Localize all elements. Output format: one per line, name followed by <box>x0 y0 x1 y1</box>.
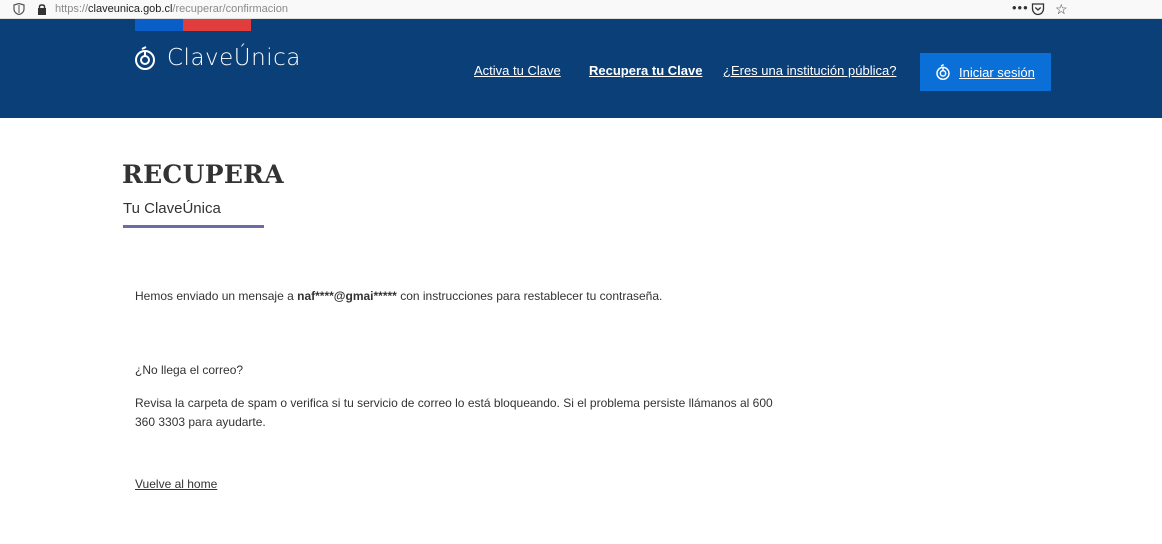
back-home-link[interactable]: Vuelve al home <box>135 475 217 494</box>
url-text[interactable]: https://claveunica.gob.cl/recuperar/conf… <box>55 3 288 15</box>
nav-institucion-publica[interactable]: ¿Eres una institución pública? <box>723 63 896 78</box>
nav-recupera-tu-clave[interactable]: Recupera tu Clave <box>589 63 702 78</box>
page-actions-menu-icon[interactable]: ••• <box>1012 0 1029 15</box>
page-subtitle: Tu ClaveÚnica <box>123 200 221 217</box>
flag-stripe <box>135 19 251 31</box>
claveunica-logo-icon <box>135 46 155 70</box>
message-prefix: Hemos enviado un mensaje a <box>135 289 294 303</box>
confirmation-message: Hemos enviado un mensaje a naf****@gmai*… <box>135 287 662 306</box>
claveunica-icon <box>936 64 950 80</box>
title-underline <box>123 225 264 228</box>
login-button-label: Iniciar sesión <box>959 64 1035 80</box>
claveunica-logo[interactable]: ClaveÚnica <box>133 45 301 71</box>
flag-red-segment <box>183 19 251 31</box>
lock-icon[interactable] <box>37 3 47 15</box>
url-path: /recuperar/confirmacion <box>172 3 288 15</box>
bookmark-star-icon[interactable]: ☆ <box>1055 1 1068 18</box>
nav-activa-tu-clave[interactable]: Activa tu Clave <box>474 63 561 78</box>
url-prefix: https:// <box>55 3 89 15</box>
pocket-icon[interactable] <box>1031 2 1045 16</box>
flag-blue-segment <box>135 19 183 31</box>
page-title: RECUPERA <box>122 160 284 189</box>
no-email-question: ¿No llega el correo? <box>135 363 244 377</box>
logo-text: ClaveÚnica <box>167 45 301 71</box>
browser-address-bar[interactable]: https://claveunica.gob.cl/recuperar/conf… <box>0 0 1162 19</box>
message-suffix: con instrucciones para restablecer tu co… <box>400 289 663 303</box>
url-domain: claveunica.gob.cl <box>88 3 173 15</box>
login-button[interactable]: Iniciar sesión <box>920 53 1051 91</box>
shield-icon[interactable] <box>13 3 25 15</box>
masked-email: naf****@gmai***** <box>297 289 397 303</box>
help-text: Revisa la carpeta de spam o verifica si … <box>135 396 773 429</box>
site-header: ClaveÚnica Activa tu Clave Recupera tu C… <box>0 19 1162 118</box>
